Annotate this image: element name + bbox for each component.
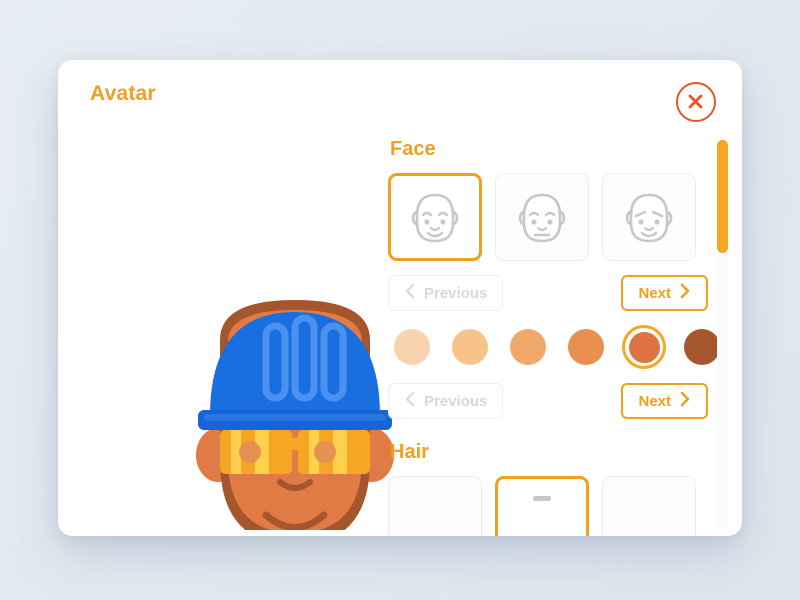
skin-swatch-color-1: [452, 329, 488, 365]
chevron-left-icon: [404, 283, 415, 303]
face-neutral-icon: [515, 187, 569, 247]
hair-option-2[interactable]: [602, 476, 696, 536]
face-smile-icon: [408, 187, 462, 247]
hair-option-1[interactable]: [495, 476, 589, 536]
face-previous-button[interactable]: Previous: [388, 275, 504, 311]
page-title: Avatar: [90, 82, 156, 105]
panel-scrollbar-track[interactable]: [717, 140, 728, 528]
hair-option-row: [388, 476, 724, 536]
screen: Avatar Face Previous Next Previous Next …: [0, 0, 800, 600]
skin-swatch-3[interactable]: [564, 325, 608, 369]
avatar-preview: [70, 130, 400, 530]
skin-swatch-4[interactable]: [622, 325, 666, 369]
skin-swatch-color-2: [510, 329, 546, 365]
skin-previous-label: Previous: [424, 392, 488, 410]
face-nav-row: Previous Next: [388, 275, 708, 311]
chevron-right-icon: [680, 283, 691, 303]
skin-swatch-color-3: [568, 329, 604, 365]
hair-option-0[interactable]: [388, 476, 482, 536]
close-circle-icon: [678, 84, 714, 119]
face-angled-icon: [622, 187, 676, 247]
face-next-button[interactable]: Next: [621, 275, 708, 311]
skin-next-label: Next: [638, 392, 671, 410]
skin-swatch-color-0: [394, 329, 430, 365]
skin-tone-swatches: [388, 325, 724, 369]
face-previous-label: Previous: [424, 284, 488, 302]
chevron-left-icon: [404, 391, 415, 411]
face-option-row: [388, 173, 724, 261]
avatar-modal: Avatar Face Previous Next Previous Next …: [58, 60, 742, 536]
skin-nav-row: Previous Next: [388, 383, 708, 419]
skin-swatch-2[interactable]: [506, 325, 550, 369]
face-option-1[interactable]: [495, 173, 589, 261]
chevron-right-icon: [680, 391, 691, 411]
section-title-hair: Hair: [390, 441, 429, 463]
skin-next-button[interactable]: Next: [621, 383, 708, 419]
skin-swatch-color-4: [628, 331, 660, 363]
face-next-label: Next: [638, 284, 671, 302]
face-option-0[interactable]: [388, 173, 482, 261]
skin-swatch-color-5: [684, 329, 720, 365]
skin-previous-button[interactable]: Previous: [388, 383, 504, 419]
hair-style-2-icon: [515, 490, 569, 536]
options-panel[interactable]: Face Previous Next Previous Next Hair: [388, 138, 724, 536]
skin-swatch-0[interactable]: [390, 325, 434, 369]
skin-swatch-1[interactable]: [448, 325, 492, 369]
face-option-2[interactable]: [602, 173, 696, 261]
panel-scrollbar-thumb[interactable]: [717, 140, 728, 253]
close-button[interactable]: [676, 82, 716, 122]
section-title-face: Face: [390, 138, 436, 160]
